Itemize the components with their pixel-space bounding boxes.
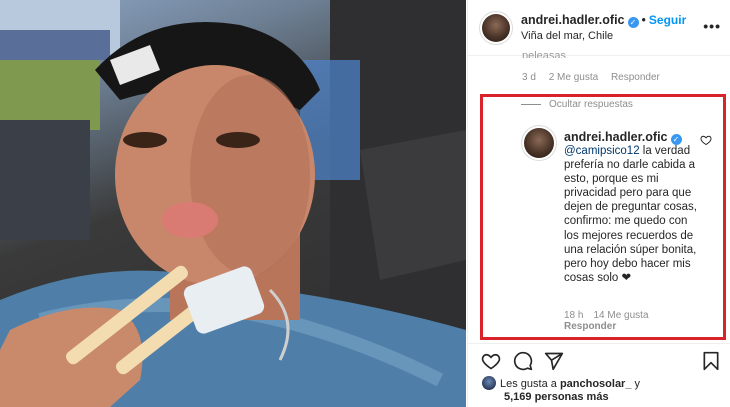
like-comment-heart-icon[interactable] xyxy=(700,134,712,146)
follow-button[interactable]: Seguir xyxy=(649,13,686,27)
reply-meta: 18 h 14 Me gusta Responder xyxy=(564,310,704,332)
heart-icon[interactable] xyxy=(481,351,501,371)
post-location[interactable]: Viña del mar, Chile xyxy=(521,30,613,42)
reply-age: 18 h xyxy=(564,310,584,321)
liker-username[interactable]: panchosolar_ xyxy=(560,378,632,390)
reply-author-username[interactable]: andrei.hadler.ofic xyxy=(564,130,668,144)
likes-count-text: 5,169 personas más xyxy=(504,391,609,403)
likes-summary: Les gusta a panchosolar_ y xyxy=(482,376,640,390)
likes-count[interactable]: 5,169 personas más xyxy=(504,391,609,403)
reply-reply-button[interactable]: Responder xyxy=(564,321,616,332)
header-separator: • xyxy=(641,13,646,27)
previous-comment-likes[interactable]: 2 Me gusta xyxy=(549,72,598,83)
replies-divider xyxy=(521,103,541,105)
comments-panel: andrei.hadler.ofic ✓ • Seguir Viña del mar,… xyxy=(467,0,730,407)
more-options-icon[interactable]: ••• xyxy=(703,18,721,34)
previous-comment-reply-button[interactable]: Responder xyxy=(611,72,660,83)
likes-prefix: Les gusta a xyxy=(500,378,560,390)
post-header: andrei.hadler.ofic ✓ • Seguir Viña del mar,… xyxy=(468,0,730,56)
verified-badge-icon: ✓ xyxy=(627,17,639,28)
reply-author-avatar[interactable] xyxy=(524,128,554,158)
share-icon[interactable] xyxy=(544,351,564,371)
previous-comment-age: 3 d xyxy=(522,72,536,83)
liker-avatar[interactable] xyxy=(482,376,496,390)
post-photo[interactable] xyxy=(0,0,466,407)
selfie-illustration xyxy=(0,0,466,407)
mention-link[interactable]: @camipsico12 xyxy=(564,145,640,157)
post-actions-bar xyxy=(468,343,730,373)
reply-body: la verdad prefería no darle cabida a est… xyxy=(564,145,697,284)
reply-text: @camipsico12 la verdad prefería no darle… xyxy=(564,144,704,285)
previous-comment-text: peleasas. xyxy=(522,50,570,58)
hide-replies-toggle[interactable]: Ocultar respuestas xyxy=(521,99,633,110)
previous-comment-meta: 3 d 2 Me gusta Responder xyxy=(522,72,670,83)
reply-likes[interactable]: 14 Me gusta xyxy=(593,310,648,321)
hide-replies-label: Ocultar respuestas xyxy=(549,99,633,110)
bookmark-icon[interactable] xyxy=(701,351,721,371)
comment-icon[interactable] xyxy=(513,351,533,371)
author-username[interactable]: andrei.hadler.ofic xyxy=(521,13,625,27)
likes-suffix: y xyxy=(631,378,641,390)
author-avatar[interactable] xyxy=(482,14,510,42)
